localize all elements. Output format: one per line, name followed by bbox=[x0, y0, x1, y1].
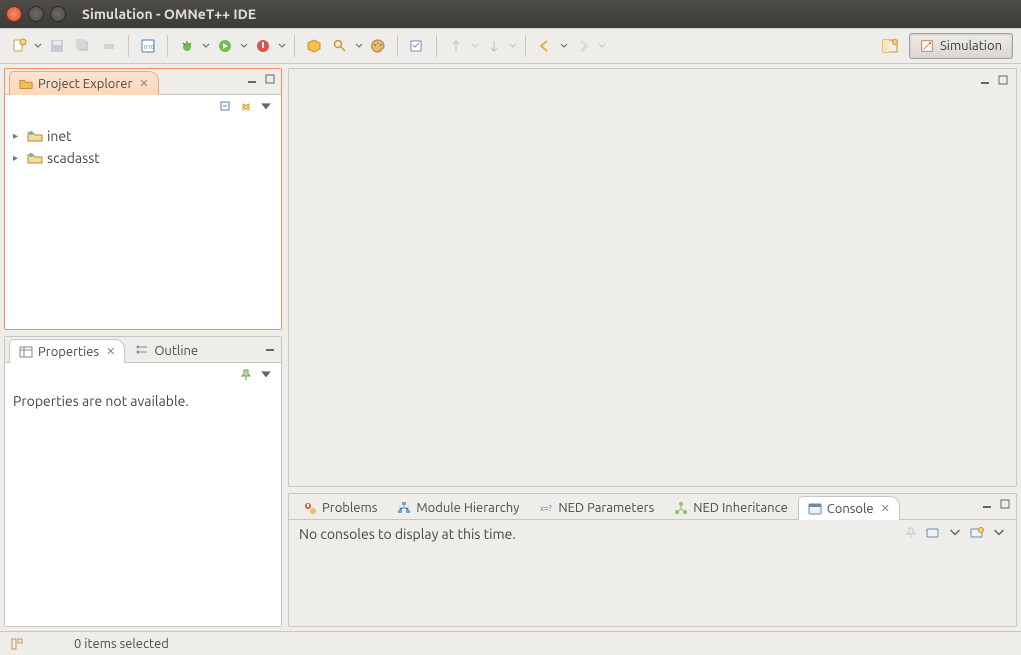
display-console-button[interactable] bbox=[926, 526, 940, 540]
tab-label: Console bbox=[827, 502, 874, 516]
nav-next-annotation-button[interactable] bbox=[483, 35, 505, 57]
nav-back-button[interactable] bbox=[534, 35, 556, 57]
window-title: Simulation - OMNeT++ IDE bbox=[82, 6, 256, 22]
debug-dropdown[interactable] bbox=[202, 35, 210, 57]
project-explorer-tabstrip: Project Explorer ✕ bbox=[5, 69, 281, 95]
window-maximize-button[interactable] bbox=[50, 6, 66, 22]
properties-localbar bbox=[5, 363, 281, 387]
external-tools-button[interactable] bbox=[252, 35, 274, 57]
view-menu-button[interactable] bbox=[259, 368, 273, 382]
run-dropdown[interactable] bbox=[240, 35, 248, 57]
link-with-editor-button[interactable] bbox=[239, 100, 253, 114]
view-menu-button[interactable] bbox=[259, 100, 273, 114]
nav-forward-dropdown[interactable] bbox=[598, 35, 606, 57]
external-tools-dropdown[interactable] bbox=[278, 35, 286, 57]
editor-area[interactable] bbox=[288, 68, 1017, 487]
open-console-button[interactable] bbox=[970, 526, 984, 540]
pin-console-button[interactable] bbox=[904, 526, 918, 540]
tab-ned-parameters[interactable]: x=? NED Parameters bbox=[529, 495, 664, 519]
tab-console[interactable]: Console ✕ bbox=[798, 496, 900, 520]
nav-back-dropdown[interactable] bbox=[560, 35, 568, 57]
tab-label: Properties bbox=[38, 345, 99, 359]
window-titlebar: Simulation - OMNeT++ IDE bbox=[0, 0, 1021, 28]
open-type-button[interactable] bbox=[303, 35, 325, 57]
view-bottom-panel: Problems Module Hierarchy x=? NED Parame… bbox=[288, 493, 1017, 627]
save-button[interactable] bbox=[46, 35, 68, 57]
tree-item-inet[interactable]: ▸ inet bbox=[13, 125, 273, 147]
tab-project-explorer[interactable]: Project Explorer ✕ bbox=[9, 71, 159, 95]
properties-message: Properties are not available. bbox=[13, 393, 273, 409]
display-console-dropdown[interactable] bbox=[948, 526, 962, 540]
window-close-button[interactable] bbox=[6, 6, 22, 22]
open-task-button[interactable] bbox=[406, 35, 428, 57]
close-icon[interactable]: ✕ bbox=[106, 345, 115, 358]
window-minimize-button[interactable] bbox=[28, 6, 44, 22]
palette-button[interactable] bbox=[367, 35, 389, 57]
status-bar: 0 items selected bbox=[0, 631, 1021, 655]
view-properties: Properties ✕ Outline Properties are not bbox=[4, 336, 282, 627]
tab-label: NED Parameters bbox=[558, 501, 654, 515]
tree-item-label: scadasst bbox=[47, 150, 100, 166]
bottom-tabstrip: Problems Module Hierarchy x=? NED Parame… bbox=[289, 494, 1016, 520]
console-header-row: No consoles to display at this time. bbox=[289, 520, 1016, 542]
nav-prev-dropdown[interactable] bbox=[471, 35, 479, 57]
console-body[interactable] bbox=[289, 542, 1016, 626]
search-button[interactable] bbox=[329, 35, 351, 57]
minimize-view-button[interactable] bbox=[245, 72, 259, 86]
nav-forward-button[interactable] bbox=[572, 35, 594, 57]
search-dropdown[interactable] bbox=[355, 35, 363, 57]
print-button[interactable] bbox=[98, 35, 120, 57]
expand-icon[interactable]: ▸ bbox=[13, 130, 23, 142]
tab-module-hierarchy[interactable]: Module Hierarchy bbox=[387, 495, 529, 519]
svg-text:x=?: x=? bbox=[540, 504, 552, 513]
tree-item-scadasst[interactable]: ▸ scadasst bbox=[13, 147, 273, 169]
tab-label: Project Explorer bbox=[38, 77, 132, 91]
maximize-view-button[interactable] bbox=[998, 497, 1012, 511]
tab-problems[interactable]: Problems bbox=[293, 495, 387, 519]
minimize-editor-button[interactable] bbox=[978, 73, 992, 87]
collapse-all-button[interactable] bbox=[219, 100, 233, 114]
open-console-dropdown[interactable] bbox=[992, 526, 1006, 540]
properties-body: Properties are not available. bbox=[5, 387, 281, 626]
nav-next-dropdown[interactable] bbox=[509, 35, 517, 57]
nav-prev-annotation-button[interactable] bbox=[445, 35, 467, 57]
maximize-view-button[interactable] bbox=[263, 72, 277, 86]
project-explorer-tree[interactable]: ▸ inet ▸ scadasst bbox=[5, 119, 281, 329]
properties-tabstrip: Properties ✕ Outline bbox=[5, 337, 281, 363]
statusbar-trim-icon[interactable] bbox=[10, 637, 24, 651]
open-perspective-button[interactable] bbox=[879, 35, 901, 57]
maximize-editor-button[interactable] bbox=[996, 73, 1010, 87]
new-button[interactable] bbox=[8, 35, 30, 57]
tab-label: Module Hierarchy bbox=[416, 501, 519, 515]
tree-item-label: inet bbox=[47, 128, 72, 144]
debug-button[interactable] bbox=[176, 35, 198, 57]
new-dropdown[interactable] bbox=[34, 35, 42, 57]
tab-ned-inheritance[interactable]: NED Inheritance bbox=[664, 495, 798, 519]
minimize-view-button[interactable] bbox=[263, 340, 277, 354]
tab-outline[interactable]: Outline bbox=[125, 338, 208, 362]
minimize-view-button[interactable] bbox=[980, 497, 994, 511]
pin-button[interactable] bbox=[239, 368, 253, 382]
tab-properties[interactable]: Properties ✕ bbox=[9, 339, 125, 363]
tab-label: NED Inheritance bbox=[693, 501, 788, 515]
svg-text:010: 010 bbox=[144, 44, 155, 51]
workbench: Project Explorer ✕ ▸ bbox=[0, 64, 1021, 631]
perspective-simulation[interactable]: Simulation bbox=[909, 33, 1013, 59]
run-button[interactable] bbox=[214, 35, 236, 57]
save-all-button[interactable] bbox=[72, 35, 94, 57]
view-project-explorer: Project Explorer ✕ ▸ bbox=[4, 68, 282, 330]
tab-label: Outline bbox=[154, 344, 198, 358]
close-icon[interactable]: ✕ bbox=[881, 502, 890, 515]
statusbar-message: 0 items selected bbox=[74, 637, 169, 651]
main-toolbar: 010 Simul bbox=[0, 28, 1021, 64]
project-explorer-localbar bbox=[5, 95, 281, 119]
close-icon[interactable]: ✕ bbox=[139, 77, 148, 90]
expand-icon[interactable]: ▸ bbox=[13, 152, 23, 164]
perspective-label: Simulation bbox=[940, 39, 1002, 53]
tab-label: Problems bbox=[322, 501, 377, 515]
console-message: No consoles to display at this time. bbox=[299, 526, 516, 542]
build-button[interactable]: 010 bbox=[137, 35, 159, 57]
